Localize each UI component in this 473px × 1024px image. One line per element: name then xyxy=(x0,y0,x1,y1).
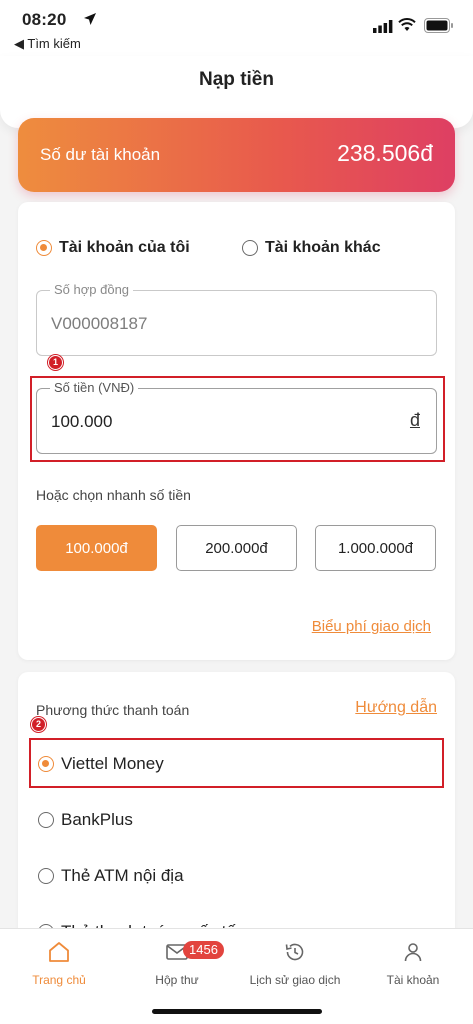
guide-link[interactable]: Hướng dẫn xyxy=(355,699,437,717)
user-icon xyxy=(354,937,472,967)
radio-my-account[interactable]: Tài khoản của tôi xyxy=(36,239,190,257)
payment-option-label: Thẻ ATM nội địa xyxy=(61,866,184,885)
nav-history[interactable]: Lịch sử giao dịch xyxy=(236,937,354,987)
page-title: Nạp tiền xyxy=(199,69,274,90)
nav-inbox[interactable]: 1456 Hộp thư xyxy=(118,937,236,987)
contract-number-value: V000008187 xyxy=(51,314,148,333)
radio-unselected-icon[interactable] xyxy=(38,868,54,884)
location-arrow-icon xyxy=(84,13,96,25)
payment-option-atm[interactable]: Thẻ ATM nội địa xyxy=(38,866,184,886)
balance-card: Số dư tài khoản 238.506đ xyxy=(18,118,455,192)
history-icon xyxy=(236,937,354,967)
quick-amount-100k-button[interactable]: 100.000đ xyxy=(36,525,157,571)
inbox-count-badge: 1456 xyxy=(183,941,224,959)
battery-icon xyxy=(424,18,453,33)
status-bar: 08:20 ◀ Tìm kiếm xyxy=(0,0,473,56)
highlight-box-payment xyxy=(29,738,444,788)
radio-other-account[interactable]: Tài khoản khác xyxy=(242,239,381,257)
home-indicator xyxy=(152,1009,322,1014)
contract-number-label: Số hợp đồng xyxy=(50,282,134,297)
fee-schedule-link[interactable]: Biểu phí giao dịch xyxy=(312,618,431,635)
contract-number-field[interactable]: Số hợp đồng V000008187 xyxy=(36,282,437,356)
payment-option-label: BankPlus xyxy=(61,810,133,829)
nav-inbox-label: Hộp thư xyxy=(155,973,199,987)
payment-option-bankplus[interactable]: BankPlus xyxy=(38,810,133,830)
balance-value: 238.506đ xyxy=(337,140,433,166)
quick-amount-label: Hoặc chọn nhanh số tiền xyxy=(36,487,191,503)
back-to-app-link[interactable]: ◀ Tìm kiếm xyxy=(14,36,81,52)
annotation-badge-1: 1 xyxy=(48,355,63,370)
quick-amount-200k-button[interactable]: 200.000đ xyxy=(176,525,297,571)
nav-history-label: Lịch sử giao dịch xyxy=(249,973,341,987)
radio-my-account-label: Tài khoản của tôi xyxy=(59,239,190,256)
payment-method-card: Phương thức thanh toán Hướng dẫn Viettel… xyxy=(18,672,455,972)
radio-selected-icon[interactable] xyxy=(36,240,52,256)
quick-amount-1m-button[interactable]: 1.000.000đ xyxy=(315,525,436,571)
status-time: 08:20 xyxy=(22,10,67,29)
payment-method-title: Phương thức thanh toán xyxy=(36,702,190,718)
nav-home[interactable]: Trang chủ xyxy=(0,937,118,987)
highlight-box-amount xyxy=(30,376,445,462)
wifi-icon xyxy=(398,18,416,31)
radio-unselected-icon[interactable] xyxy=(242,240,258,256)
radio-other-account-label: Tài khoản khác xyxy=(265,239,381,256)
home-icon xyxy=(0,937,118,967)
nav-home-label: Trang chủ xyxy=(32,973,86,987)
balance-label: Số dư tài khoản xyxy=(40,145,161,164)
radio-unselected-icon[interactable] xyxy=(38,812,54,828)
nav-account[interactable]: Tài khoản xyxy=(354,937,472,987)
nav-account-label: Tài khoản xyxy=(386,973,440,987)
annotation-badge-2: 2 xyxy=(31,717,46,732)
cellular-signal-icon xyxy=(373,20,393,33)
